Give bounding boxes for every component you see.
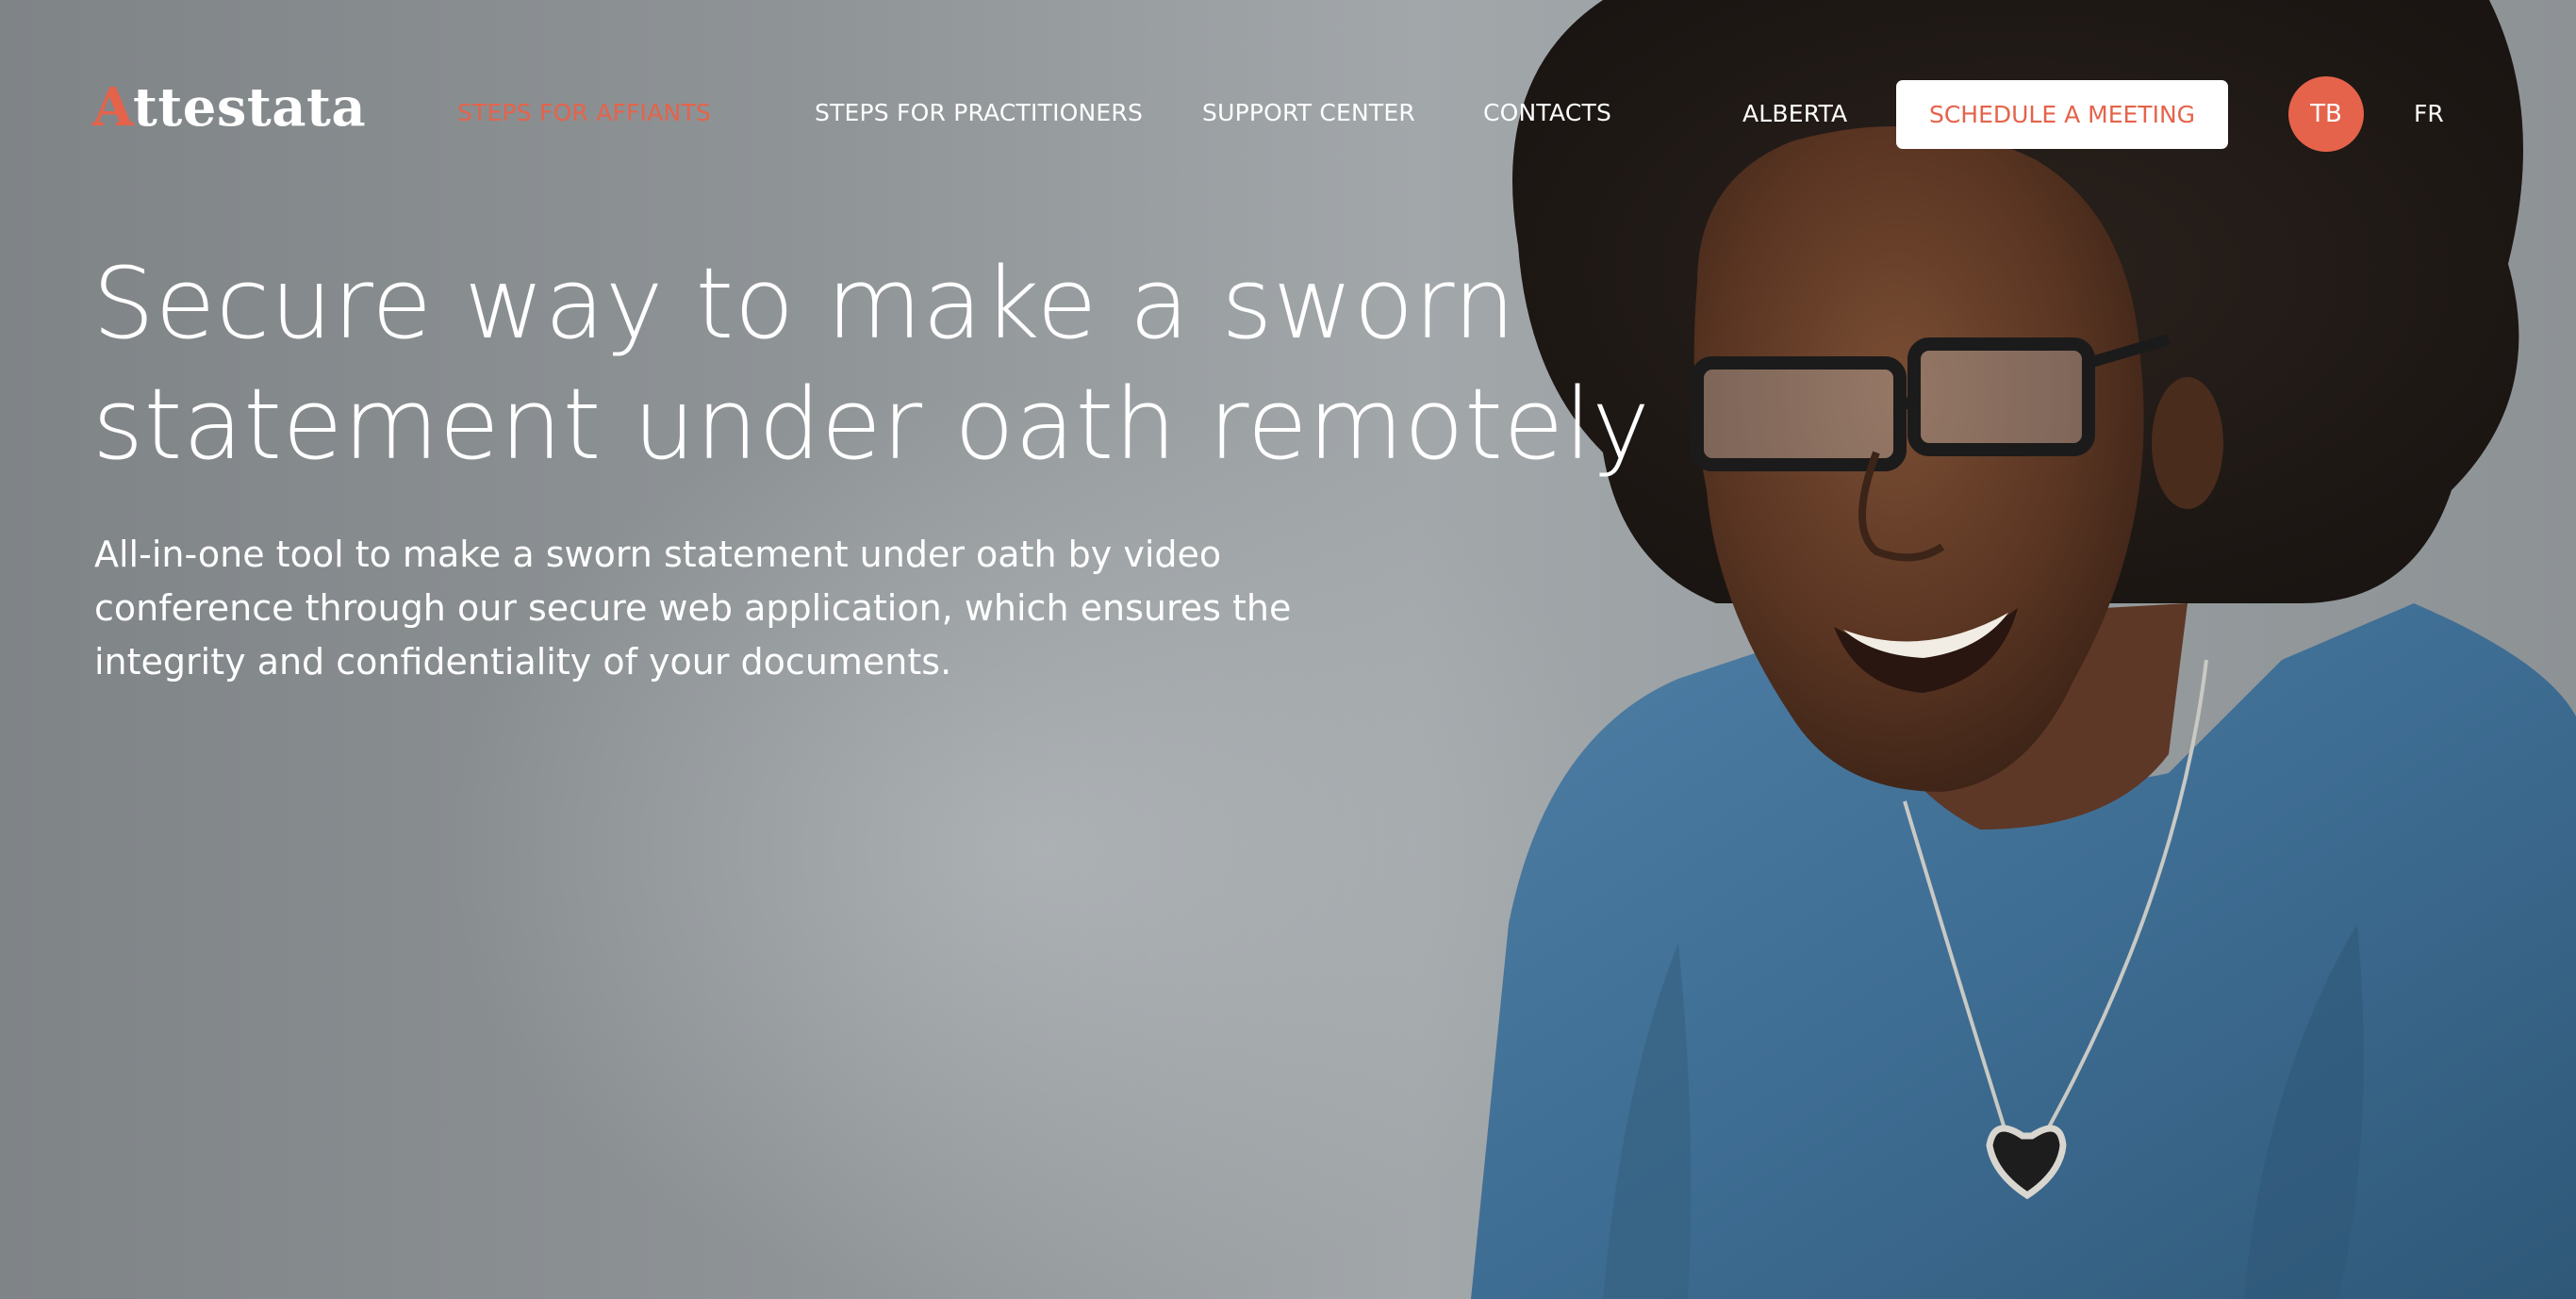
hero-subtitle-line-2: conference through our secure web applic… bbox=[94, 587, 1292, 629]
schedule-meeting-button[interactable]: SCHEDULE A MEETING bbox=[1896, 80, 2228, 149]
logo-first-letter: A bbox=[92, 76, 133, 139]
language-toggle[interactable]: FR bbox=[2414, 95, 2444, 133]
hero-subtitle-line-1: All-in-one tool to make a sworn statemen… bbox=[94, 534, 1222, 575]
hero-subtitle-line-3: integrity and confidentiality of your do… bbox=[94, 641, 952, 682]
nav-steps-for-practitioners[interactable]: STEPS FOR PRACTITIONERS bbox=[815, 94, 1143, 132]
nav-steps-for-affiants[interactable]: STEPS FOR AFFIANTS bbox=[457, 94, 711, 132]
top-navigation: Attestata STEPS FOR AFFIANTS STEPS FOR P… bbox=[0, 0, 2576, 226]
hero-title-line-1: Secure way to make a sworn bbox=[92, 246, 1516, 361]
region-selector[interactable]: ALBERTA bbox=[1742, 95, 1847, 133]
nav-contacts[interactable]: CONTACTS bbox=[1483, 94, 1611, 132]
logo-rest: ttestata bbox=[132, 76, 367, 139]
attestata-logo[interactable]: Attestata bbox=[92, 74, 366, 141]
hero-subtitle: All-in-one tool to make a sworn statemen… bbox=[94, 528, 1414, 689]
nav-support-center[interactable]: SUPPORT CENTER bbox=[1202, 94, 1415, 132]
hero-title-line-2: statement under oath remotely bbox=[92, 367, 1651, 482]
user-avatar[interactable]: TB bbox=[2288, 76, 2364, 152]
hero-title: Secure way to make a sworn statement und… bbox=[92, 243, 1695, 485]
